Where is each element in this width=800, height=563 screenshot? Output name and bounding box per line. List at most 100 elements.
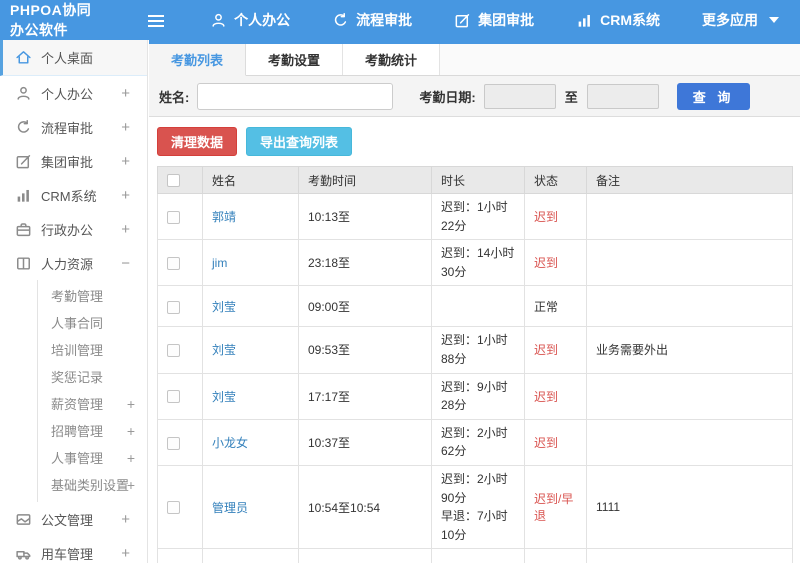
car-icon: [15, 545, 32, 562]
expand-toggle-icon[interactable]: +: [121, 511, 130, 528]
sidebar-sub-item-label: 招聘管理: [51, 424, 104, 439]
name-cell: 郭靖: [202, 192, 299, 241]
name-cell: 刘莹: [202, 326, 299, 374]
duration-cell: 迟到：14小时30分: [431, 239, 525, 287]
tab[interactable]: 考勤统计: [343, 44, 441, 75]
sidebar-item[interactable]: CRM系统 +: [0, 178, 147, 212]
name-filter-input[interactable]: [197, 82, 394, 110]
row-checkbox[interactable]: [167, 390, 180, 404]
tab[interactable]: 考勤设置: [246, 44, 344, 75]
expand-toggle-icon[interactable]: +: [121, 119, 130, 136]
attendance-time-cell: 10:37至: [298, 418, 432, 466]
top-nav-label: 集团审批: [478, 12, 535, 28]
table-row: 管理员 10:54至10:54 迟到：2小时90分 早退：7小时10分 迟到/早…: [157, 464, 793, 550]
sidebar-sub-item-label: 人事合同: [51, 316, 104, 331]
top-nav-item[interactable]: 个人办公: [198, 10, 302, 30]
expand-toggle-icon[interactable]: +: [127, 423, 135, 439]
select-all-cell: [157, 166, 203, 194]
employee-name-link[interactable]: 管理员: [212, 501, 248, 515]
employee-name-link[interactable]: 刘莹: [212, 300, 236, 314]
sidebar-sub-item[interactable]: 薪资管理 +: [38, 390, 147, 417]
table-row: 刘莹 17:17至 迟到：9小时28分 迟到: [157, 372, 793, 420]
column-header: 姓名: [202, 166, 299, 194]
sidebar-item[interactable]: 流程审批 +: [0, 110, 147, 144]
row-checkbox[interactable]: [167, 344, 180, 358]
sidebar-item-label: CRM系统: [41, 188, 97, 204]
note-cell: [586, 372, 793, 420]
sidebar-item-label: 人力资源: [41, 256, 94, 272]
sidebar-sub-item[interactable]: 人事管理 +: [38, 444, 147, 471]
sidebar-sub-item-label: 奖惩记录: [51, 370, 104, 385]
select-all-checkbox[interactable]: [167, 174, 180, 188]
export-list-button[interactable]: 导出查询列表: [246, 127, 353, 156]
sidebar-sub-item[interactable]: 培训管理: [38, 336, 147, 363]
caret-down-icon: [769, 17, 779, 23]
date-to-input[interactable]: [586, 83, 659, 109]
sidebar-item-label: 集团审批: [41, 154, 94, 170]
employee-name-link[interactable]: 刘莹: [212, 343, 236, 357]
employee-name-link[interactable]: 刘莹: [212, 390, 236, 404]
attendance-time-cell: 08:56至: [298, 548, 432, 563]
employee-name-link[interactable]: 小龙女: [212, 436, 248, 450]
checkbox-cell: [157, 239, 203, 287]
clean-data-button[interactable]: 清理数据: [157, 127, 238, 156]
search-button[interactable]: 查 询: [676, 82, 751, 110]
status-badge: 迟到: [524, 548, 587, 563]
row-checkbox[interactable]: [167, 256, 180, 270]
expand-toggle-icon[interactable]: −: [121, 255, 130, 272]
book-icon: [15, 255, 32, 272]
name-cell: 王壹辉: [202, 548, 299, 563]
tab[interactable]: 考勤列表: [149, 44, 247, 76]
status-badge: 迟到: [524, 239, 587, 287]
row-checkbox[interactable]: [167, 300, 180, 314]
expand-toggle-icon[interactable]: +: [127, 477, 135, 493]
app-title: PHPOA协同办公软件: [10, 2, 92, 38]
top-nav-item[interactable]: 更多应用: [690, 10, 791, 30]
sidebar-item[interactable]: 人力资源 −: [0, 246, 147, 280]
hamburger-menu-icon[interactable]: [147, 14, 164, 27]
duration-cell: 迟到：1小时22分: [431, 192, 525, 241]
sidebar-sub-item[interactable]: 奖惩记录: [38, 363, 147, 390]
top-nav-item[interactable]: CRM系统: [564, 10, 672, 30]
expand-toggle-icon[interactable]: +: [121, 153, 130, 170]
employee-name-link[interactable]: 郭靖: [212, 210, 236, 224]
column-header: 时长: [431, 166, 525, 194]
expand-toggle-icon[interactable]: +: [127, 396, 135, 412]
sidebar-item[interactable]: 公文管理 +: [0, 502, 147, 536]
date-from-input[interactable]: [483, 83, 556, 109]
expand-toggle-icon[interactable]: +: [121, 187, 130, 204]
sidebar-item[interactable]: 集团审批 +: [0, 144, 147, 178]
status-badge: 迟到: [524, 372, 587, 420]
row-checkbox[interactable]: [167, 501, 180, 515]
top-nav-item[interactable]: 集团审批: [442, 10, 546, 30]
expand-toggle-icon[interactable]: +: [127, 450, 135, 466]
employee-name-link[interactable]: jim: [212, 256, 227, 270]
top-nav-item[interactable]: 流程审批: [320, 10, 424, 30]
checkbox-cell: [157, 464, 203, 550]
date-to-label: 至: [564, 89, 578, 105]
sidebar-item[interactable]: 行政办公 +: [0, 212, 147, 246]
sidebar-item-label: 公文管理: [41, 512, 94, 528]
sidebar-item[interactable]: 用车管理 +: [0, 536, 147, 563]
sidebar-sub-item[interactable]: 招聘管理 +: [38, 417, 147, 444]
row-checkbox[interactable]: [167, 210, 180, 224]
duration-cell: [431, 285, 525, 328]
expand-toggle-icon[interactable]: +: [121, 85, 130, 102]
status-badge: 正常: [524, 285, 587, 328]
sidebar-item[interactable]: 个人办公 +: [0, 76, 147, 110]
table-row: 郭靖 10:13至 迟到：1小时22分 迟到: [157, 192, 793, 241]
expand-toggle-icon[interactable]: +: [121, 221, 130, 238]
row-checkbox[interactable]: [167, 436, 180, 450]
expand-toggle-icon[interactable]: +: [121, 545, 130, 562]
sidebar-sub-item[interactable]: 基础类别设置 +: [38, 471, 147, 498]
column-header: 备注: [586, 166, 793, 194]
checkbox-cell: [157, 192, 203, 241]
sidebar-sub-item[interactable]: 考勤管理: [38, 282, 147, 309]
sidebar-sub-item-label: 人事管理: [51, 451, 104, 466]
sidebar-sub-item[interactable]: 人事合同: [38, 309, 147, 336]
table-row: 刘莹 09:00至 正常: [157, 285, 793, 328]
duration-cell: 迟到：2小时90分 早退：7小时10分: [431, 464, 525, 550]
attendance-time-cell: 10:54至10:54: [298, 464, 432, 550]
sidebar-item-label: 用车管理: [41, 546, 94, 562]
sidebar-item[interactable]: 个人桌面: [0, 40, 147, 76]
